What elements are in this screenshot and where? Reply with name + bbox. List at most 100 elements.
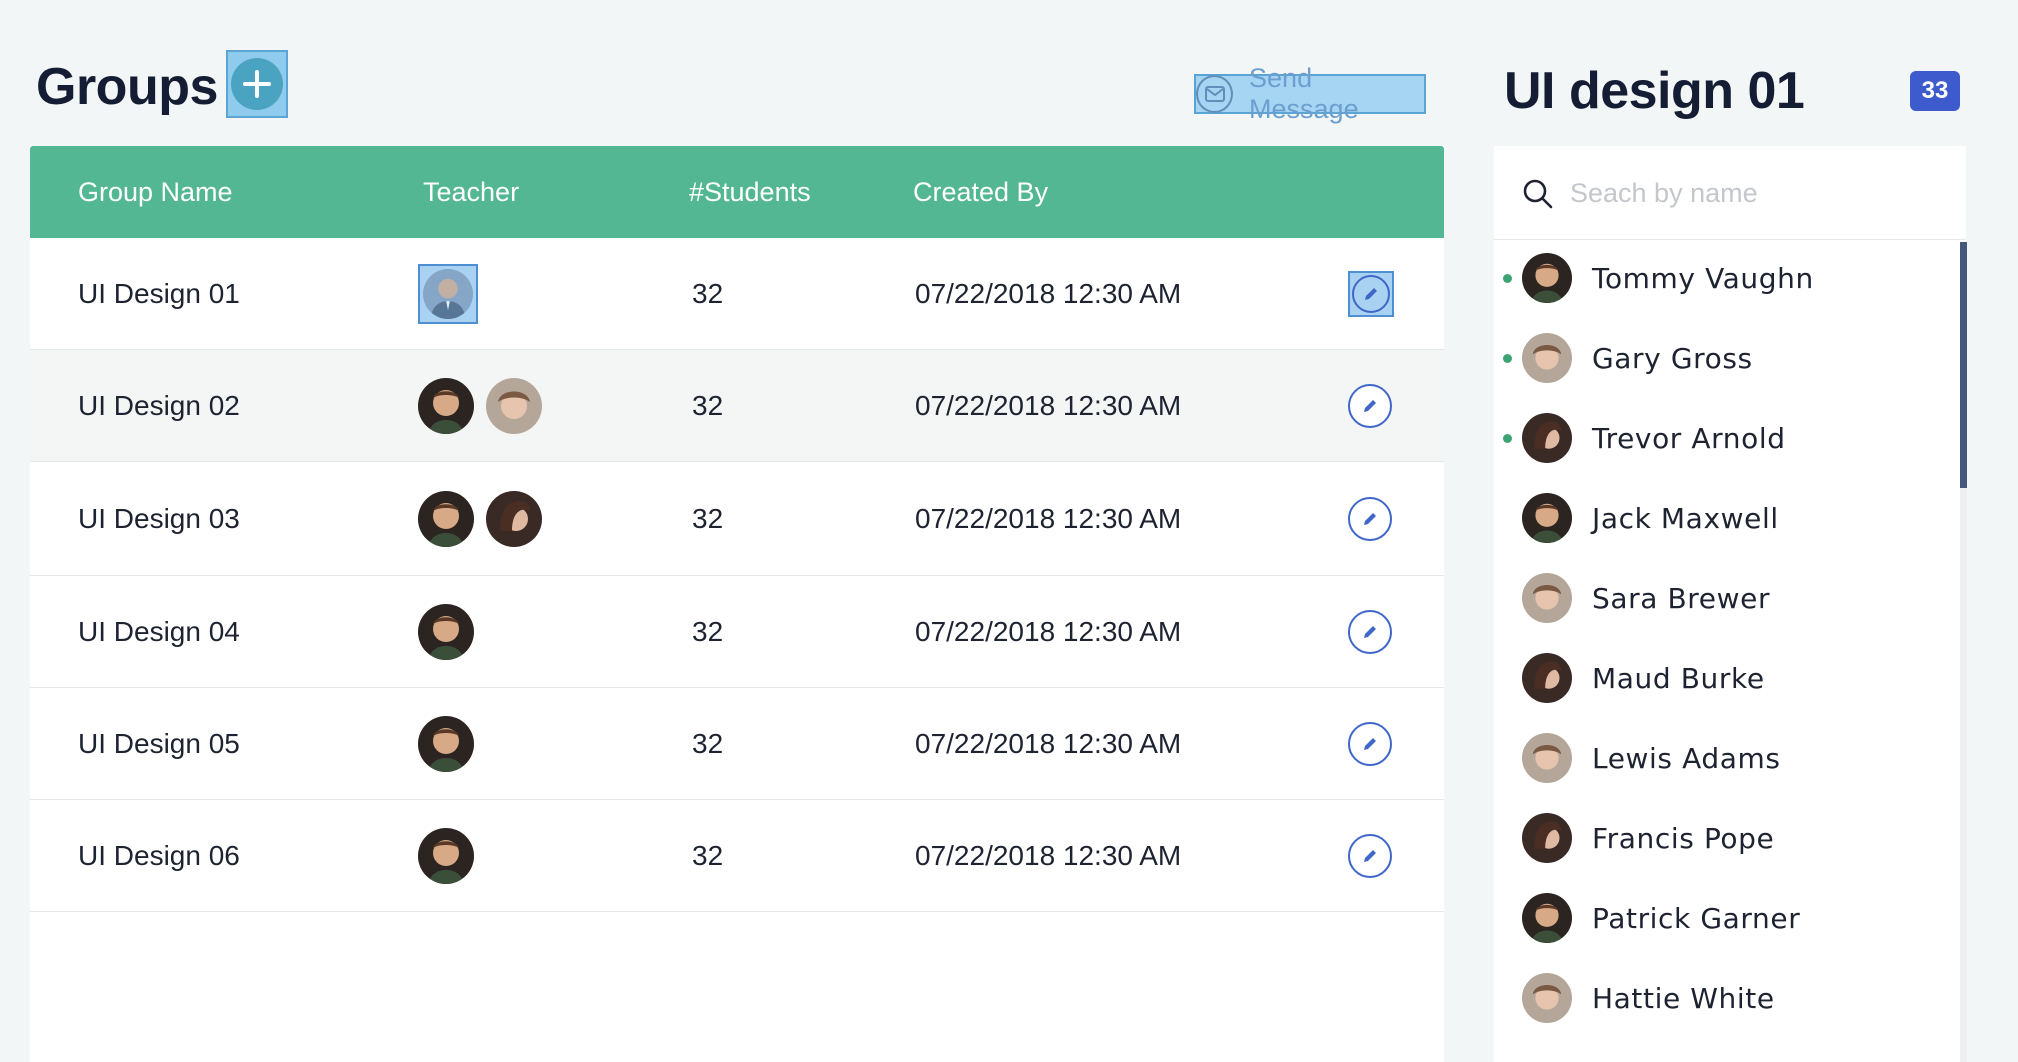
groups-table: Group Name Teacher #Students Created By … [30, 146, 1444, 1062]
search-input[interactable] [1570, 170, 1940, 216]
edit-cell [1348, 462, 1392, 575]
list-item[interactable]: Patrick Garner [1494, 878, 1954, 958]
teacher-cell [418, 576, 486, 687]
created-date: 07/22/2018 12:30 AM [915, 727, 1182, 759]
send-message-button[interactable]: Send Message [1194, 63, 1426, 124]
send-message-label: Send Message [1249, 63, 1359, 124]
member-name: Tommy Vaughn [1592, 261, 1814, 295]
groups-page: Groups Send Message Group Name Teacher #… [0, 0, 2018, 1062]
created-date: 07/22/2018 12:30 AM [915, 389, 1182, 421]
created-date: 07/22/2018 12:30 AM [915, 277, 1182, 309]
edit-button[interactable] [1348, 496, 1392, 541]
student-count: 32 [692, 389, 724, 421]
edit-button[interactable] [1348, 383, 1392, 428]
avatar[interactable] [418, 715, 474, 772]
avatar [1522, 573, 1572, 623]
member-count-badge: 33 [1910, 71, 1960, 111]
scrollbar[interactable] [1960, 242, 1967, 1062]
avatar[interactable] [418, 377, 474, 434]
edit-cell [1348, 238, 1394, 349]
column-group-name[interactable]: Group Name [78, 146, 233, 238]
table-row[interactable]: UI Design 02 32 07/22/2018 12:30 AM [30, 350, 1444, 462]
member-name: Maud Burke [1592, 661, 1765, 695]
teacher-cell [418, 688, 486, 799]
avatar [1522, 413, 1572, 463]
plus-icon [231, 58, 283, 110]
member-name: Gary Gross [1592, 341, 1753, 375]
list-item[interactable]: Hattie White [1494, 958, 1954, 1038]
created-date: 07/22/2018 12:30 AM [915, 615, 1182, 647]
scrollbar-thumb[interactable] [1960, 242, 1967, 488]
edit-button-selected[interactable] [1348, 270, 1394, 317]
table-header: Group Name Teacher #Students Created By [30, 146, 1444, 238]
group-name: UI Design 05 [78, 727, 240, 759]
avatar [1522, 653, 1572, 703]
group-name: UI Design 02 [78, 389, 240, 421]
list-item[interactable]: Tommy Vaughn [1494, 242, 1954, 318]
avatar [1522, 813, 1572, 863]
member-name: Trevor Arnold [1592, 421, 1786, 455]
avatar [1522, 973, 1572, 1023]
group-title: UI design 01 [1504, 62, 1805, 120]
group-name: UI Design 03 [78, 502, 240, 534]
edit-button[interactable] [1348, 721, 1392, 766]
edit-button[interactable] [1348, 833, 1392, 878]
avatar[interactable] [418, 603, 474, 660]
avatar[interactable] [486, 490, 542, 547]
list-item[interactable]: Gary Gross [1494, 318, 1954, 398]
pencil-icon [1364, 399, 1376, 412]
groups-header: Groups Send Message [36, 50, 1446, 124]
student-count: 32 [692, 839, 724, 871]
member-name: Sara Brewer [1592, 581, 1771, 615]
group-name: UI Design 01 [78, 277, 240, 309]
group-name: UI Design 06 [78, 839, 240, 871]
list-item[interactable]: Sara Brewer [1494, 558, 1954, 638]
teacher-cell [418, 462, 554, 575]
avatar [423, 268, 473, 319]
online-indicator [1503, 353, 1512, 363]
pencil-icon [1364, 849, 1376, 862]
add-group-button[interactable] [226, 50, 288, 118]
avatar[interactable] [486, 377, 542, 434]
teacher-cell [418, 350, 554, 461]
member-name: Jack Maxwell [1592, 501, 1779, 535]
list-item[interactable]: Francis Pope [1494, 798, 1954, 878]
avatar[interactable] [418, 827, 474, 884]
pencil-icon [1364, 737, 1376, 750]
list-item[interactable]: Trevor Arnold [1494, 398, 1954, 478]
edit-cell [1348, 350, 1392, 461]
page-title: Groups [36, 58, 218, 116]
member-name: Lewis Adams [1592, 741, 1781, 775]
teacher-avatar-selected[interactable] [418, 263, 478, 324]
member-name: Hattie White [1592, 981, 1775, 1015]
avatar [1522, 493, 1572, 543]
student-count: 32 [692, 615, 724, 647]
edit-cell [1348, 688, 1392, 799]
created-date: 07/22/2018 12:30 AM [915, 502, 1182, 534]
edit-cell [1348, 800, 1392, 911]
avatar [1522, 253, 1572, 303]
edit-button[interactable] [1348, 609, 1392, 654]
list-item[interactable]: Lewis Adams [1494, 718, 1954, 798]
table-row[interactable]: UI Design 01 32 07/22/2018 12:30 AM [30, 238, 1444, 350]
table-row[interactable]: UI Design 05 32 07/22/2018 12:30 AM [30, 688, 1444, 800]
online-indicator [1503, 273, 1512, 283]
list-item[interactable]: Maud Burke [1494, 638, 1954, 718]
avatar[interactable] [418, 490, 474, 547]
avatar [1522, 733, 1572, 783]
group-name: UI Design 04 [78, 615, 240, 647]
mail-icon [1196, 75, 1234, 113]
column-created-by[interactable]: Created By [913, 146, 1048, 238]
column-students[interactable]: #Students [689, 146, 811, 238]
avatar [1522, 333, 1572, 383]
members-panel: Tommy Vaughn Gary Gross Trevor Arnold Ja… [1494, 146, 1967, 1062]
table-row[interactable]: UI Design 06 32 07/22/2018 12:30 AM [30, 800, 1444, 912]
avatar [1522, 893, 1572, 943]
list-item[interactable]: Jack Maxwell [1494, 478, 1954, 558]
pencil-icon [1364, 512, 1376, 525]
created-date: 07/22/2018 12:30 AM [915, 839, 1182, 871]
search-bar [1494, 146, 1966, 240]
column-teacher[interactable]: Teacher [423, 146, 519, 238]
table-row[interactable]: UI Design 04 32 07/22/2018 12:30 AM [30, 576, 1444, 688]
table-row[interactable]: UI Design 03 32 07/22/2018 12:30 AM [30, 462, 1444, 576]
